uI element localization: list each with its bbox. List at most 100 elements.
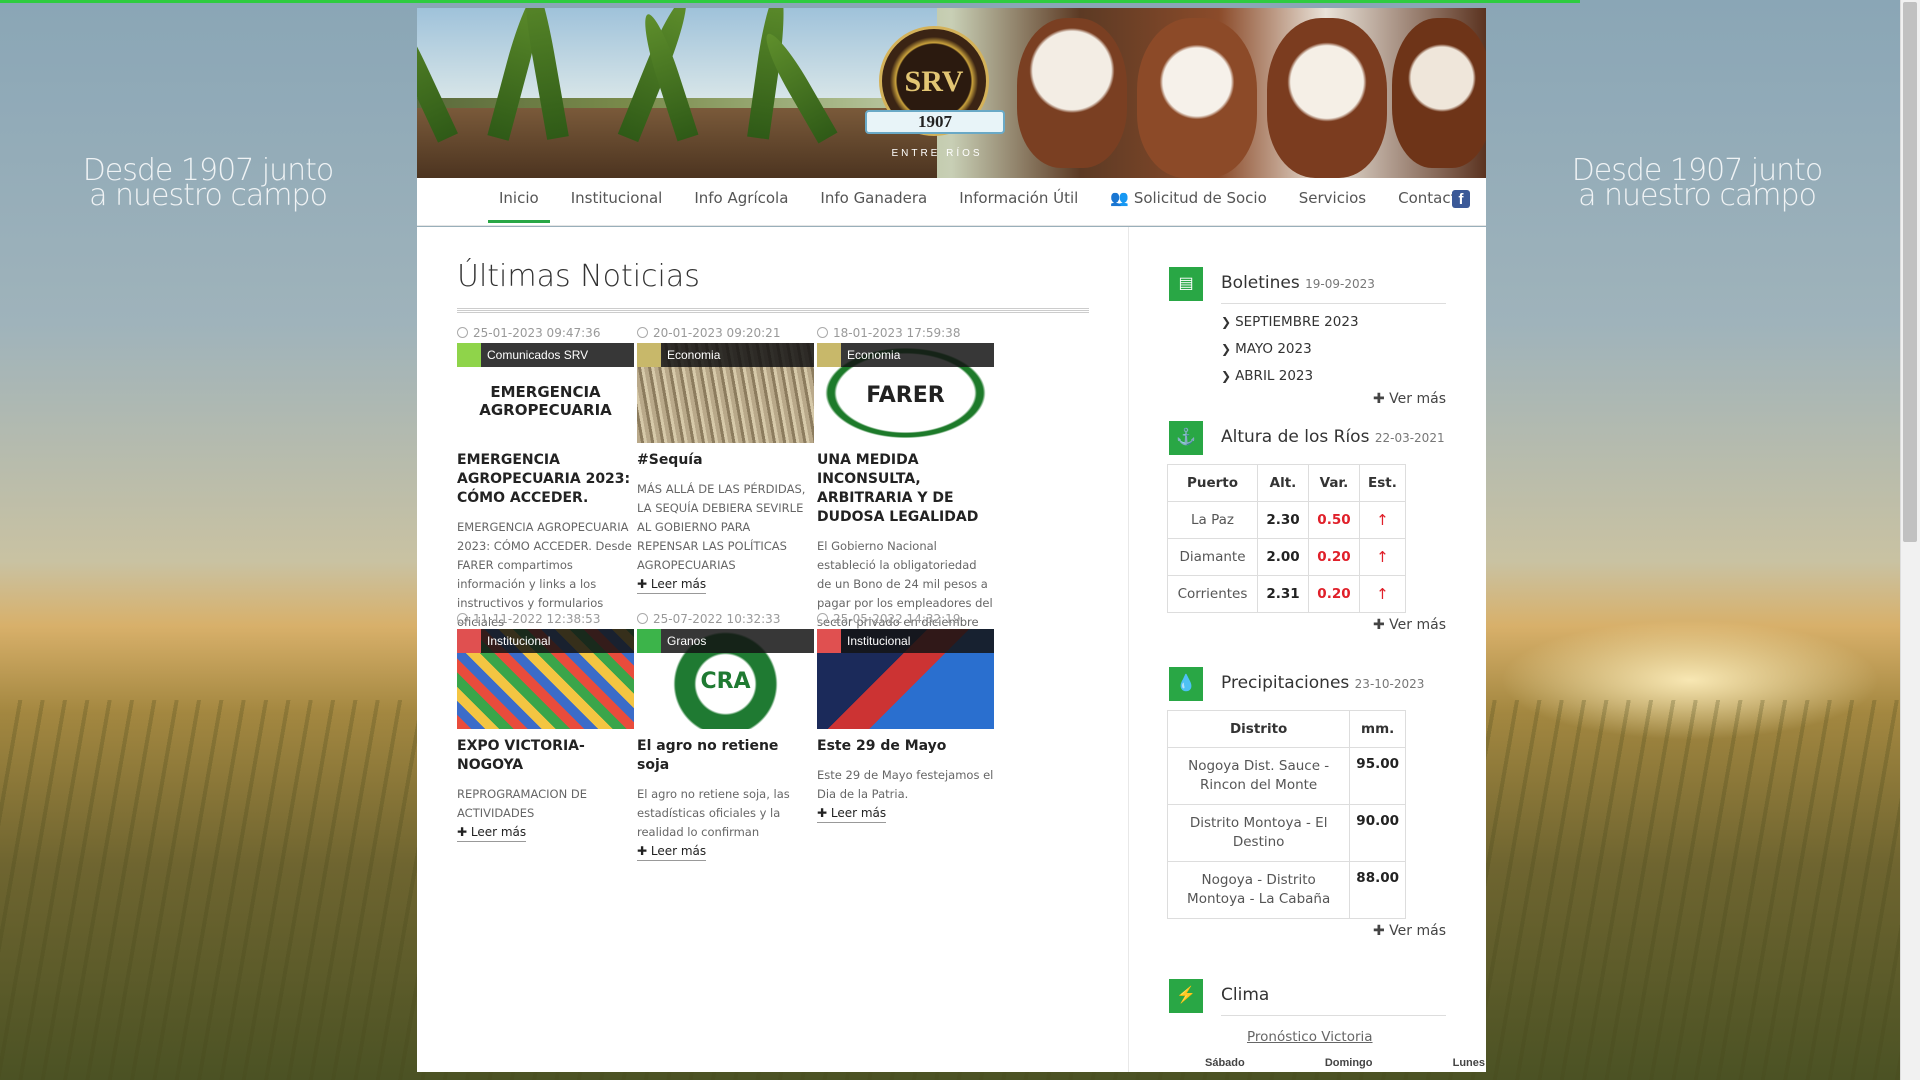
news-category-tag[interactable]: Institucional bbox=[457, 629, 634, 653]
lightning-icon: ⚡ bbox=[1169, 979, 1203, 1013]
scrollbar-thumb[interactable] bbox=[1903, 2, 1917, 542]
news-title[interactable]: El agro no retiene soja bbox=[637, 737, 814, 775]
nav-item-label: Solicitud de Socio bbox=[1133, 189, 1267, 207]
pronostico-link[interactable]: Pronóstico Victoria bbox=[1247, 1029, 1373, 1045]
news-date-text: 25-07-2022 10:32:33 bbox=[653, 612, 781, 626]
rios-header: Var. bbox=[1307, 464, 1360, 502]
news-thumbnail[interactable]: Economia FARER bbox=[817, 343, 994, 443]
news-excerpt: El agro no retiene soja, las estadística… bbox=[637, 787, 790, 839]
read-more-link[interactable]: ✚ Leer más bbox=[637, 576, 707, 594]
news-thumbnail[interactable]: Institucional bbox=[457, 629, 634, 729]
rios-row: Diamante 2.00 0.20 ↑ bbox=[1167, 538, 1407, 576]
logo-monogram: SRV bbox=[904, 65, 964, 98]
rios-row: La Paz 2.30 0.50 ↑ bbox=[1167, 501, 1407, 539]
precip-date: 23-10-2023 bbox=[1354, 677, 1425, 691]
arrow-up-icon: ↑ bbox=[1358, 538, 1407, 576]
boletin-link[interactable]: SEPTIEMBRE 2023 bbox=[1221, 309, 1358, 336]
news-category-tag[interactable]: Comunicados SRV bbox=[457, 343, 634, 367]
nav-item-4[interactable]: Información Útil bbox=[943, 178, 1094, 226]
news-thumbnail[interactable]: Institucional bbox=[817, 629, 994, 729]
precip-table: Distrito mm. Nogoya Dist. Sauce - Rincon … bbox=[1166, 710, 1406, 919]
news-title[interactable]: #Sequía bbox=[637, 451, 814, 470]
precip-title: Precipitaciones 23-10-2023 bbox=[1221, 673, 1425, 693]
precip-ver-mas-link[interactable]: ✚ Ver más bbox=[1373, 923, 1446, 939]
news-thumbnail[interactable]: Comunicados SRV EMERGENCIA AGROPECUARIA bbox=[457, 343, 634, 443]
logo-subtitle: ENTRE RÍOS bbox=[891, 148, 983, 159]
precip-distrito: Nogoya Dist. Sauce - Rincon del Monte bbox=[1166, 747, 1351, 805]
rios-puerto: Diamante bbox=[1167, 538, 1258, 576]
rios-altura: 2.31 bbox=[1257, 575, 1309, 613]
nav-item-label: Info Agrícola bbox=[694, 189, 789, 207]
cow-head bbox=[1017, 18, 1127, 168]
news-category-tag[interactable]: Granos bbox=[637, 629, 814, 653]
forecast-day: Lunes bbox=[1452, 1057, 1485, 1069]
clock-icon bbox=[637, 613, 648, 624]
clock-icon bbox=[637, 327, 648, 338]
slogan-right: Desde 1907 junto a nuestro campo bbox=[1571, 153, 1824, 213]
news-card: 20-01-2023 09:20:21 Economia #Sequía MÁS… bbox=[637, 325, 814, 594]
news-thumbnail[interactable]: Economia bbox=[637, 343, 814, 443]
precip-mm: 88.00 bbox=[1349, 861, 1406, 919]
boletines-title: Boletines 19-09-2023 bbox=[1221, 273, 1375, 293]
boletines-list: SEPTIEMBRE 2023MAYO 2023ABRIL 2023 bbox=[1221, 309, 1359, 390]
news-title[interactable]: UNA MEDIDA INCONSULTA, ARBITRARIA Y DE D… bbox=[817, 451, 994, 527]
clock-icon bbox=[817, 327, 828, 338]
category-swatch bbox=[817, 629, 841, 653]
read-more-link[interactable]: ✚ Leer más bbox=[637, 843, 707, 861]
news-title[interactable]: EXPO VICTORIA-NOGOYA bbox=[457, 737, 634, 775]
arrow-up-icon: ↑ bbox=[1358, 575, 1407, 613]
title-divider bbox=[457, 308, 1089, 313]
thumbnail-text: EMERGENCIA AGROPECUARIA bbox=[479, 383, 612, 419]
read-more-link[interactable]: ✚ Leer más bbox=[457, 824, 527, 842]
read-more-link[interactable]: ✚ Leer más bbox=[817, 805, 887, 823]
news-title[interactable]: Este 29 de Mayo bbox=[817, 737, 994, 756]
news-date-text: 25-05-2022 14:32:19 bbox=[833, 612, 961, 626]
precip-row: Distrito Montoya - El Destino 90.00 bbox=[1166, 804, 1406, 862]
facebook-icon[interactable]: f bbox=[1452, 190, 1470, 208]
header-banner: SRV 1907 ENTRE RÍOS bbox=[417, 8, 1486, 178]
news-category-tag[interactable]: Economia bbox=[817, 343, 994, 367]
rios-variacion: 0.20 bbox=[1307, 538, 1360, 576]
news-date: 18-01-2023 17:59:38 bbox=[817, 325, 994, 343]
rios-puerto: Corrientes bbox=[1167, 575, 1258, 613]
precip-row: Nogoya - Distrito Montoya - La Cabaña 88… bbox=[1166, 861, 1406, 919]
nav-item-5[interactable]: 👥 Solicitud de Socio bbox=[1094, 178, 1282, 226]
category-swatch bbox=[817, 343, 841, 367]
section-divider bbox=[1221, 303, 1446, 304]
clock-icon bbox=[817, 613, 828, 624]
page-scrollbar[interactable] bbox=[1900, 0, 1920, 1080]
arrow-up-icon: ↑ bbox=[1358, 501, 1407, 539]
ver-mas-label: Ver más bbox=[1389, 923, 1446, 939]
nav-item-2[interactable]: Info Agrícola bbox=[678, 178, 804, 226]
nav-item-6[interactable]: Servicios bbox=[1283, 178, 1382, 226]
news-category-tag[interactable]: Institucional bbox=[817, 629, 994, 653]
slogan-left: Desde 1907 junto a nuestro campo bbox=[82, 153, 335, 213]
news-title[interactable]: EMERGENCIA AGROPECUARIA 2023: CÓMO ACCED… bbox=[457, 451, 634, 508]
boletin-link[interactable]: MAYO 2023 bbox=[1221, 336, 1359, 363]
rios-ver-mas-link[interactable]: ✚ Ver más bbox=[1373, 617, 1446, 633]
rios-date: 22-03-2021 bbox=[1374, 431, 1445, 445]
news-date-text: 25-01-2023 09:47:36 bbox=[473, 326, 601, 340]
boletines-ver-mas-link[interactable]: ✚ Ver más bbox=[1373, 391, 1446, 407]
rios-table: Puerto Alt. Var. Est. La Paz 2.30 0.50 ↑ Di… bbox=[1167, 464, 1407, 613]
boletines-section: ▤ Boletines 19-09-2023 SEPTIEMBRE 2023MA… bbox=[1169, 267, 1446, 417]
rios-header: Puerto bbox=[1167, 464, 1258, 502]
rios-header: Est. bbox=[1358, 464, 1407, 502]
nav-item-3[interactable]: Info Ganadera bbox=[804, 178, 943, 226]
news-date: 20-01-2023 09:20:21 bbox=[637, 325, 814, 343]
nav-item-label: Institucional bbox=[570, 189, 663, 207]
boletin-link[interactable]: ABRIL 2023 bbox=[1221, 363, 1359, 390]
news-thumbnail[interactable]: Granos CRA bbox=[637, 629, 814, 729]
forecast-days: Sábado Domingo Lunes bbox=[1205, 1057, 1485, 1069]
category-label: Institucional bbox=[847, 634, 911, 648]
nav-item-label: Información Útil bbox=[959, 189, 1079, 207]
nav-item-1[interactable]: Institucional bbox=[555, 178, 679, 226]
rios-header-row: Puerto Alt. Var. Est. bbox=[1167, 464, 1407, 502]
nav-item-label: Inicio bbox=[499, 189, 539, 207]
news-category-tag[interactable]: Economia bbox=[637, 343, 814, 367]
nav-item-label: Info Ganadera bbox=[820, 189, 928, 207]
precip-header: Distrito bbox=[1166, 710, 1351, 748]
water-drop-icon: 💧 bbox=[1169, 667, 1203, 701]
nav-item-0[interactable]: Inicio bbox=[483, 178, 555, 226]
rios-puerto: La Paz bbox=[1167, 501, 1258, 539]
